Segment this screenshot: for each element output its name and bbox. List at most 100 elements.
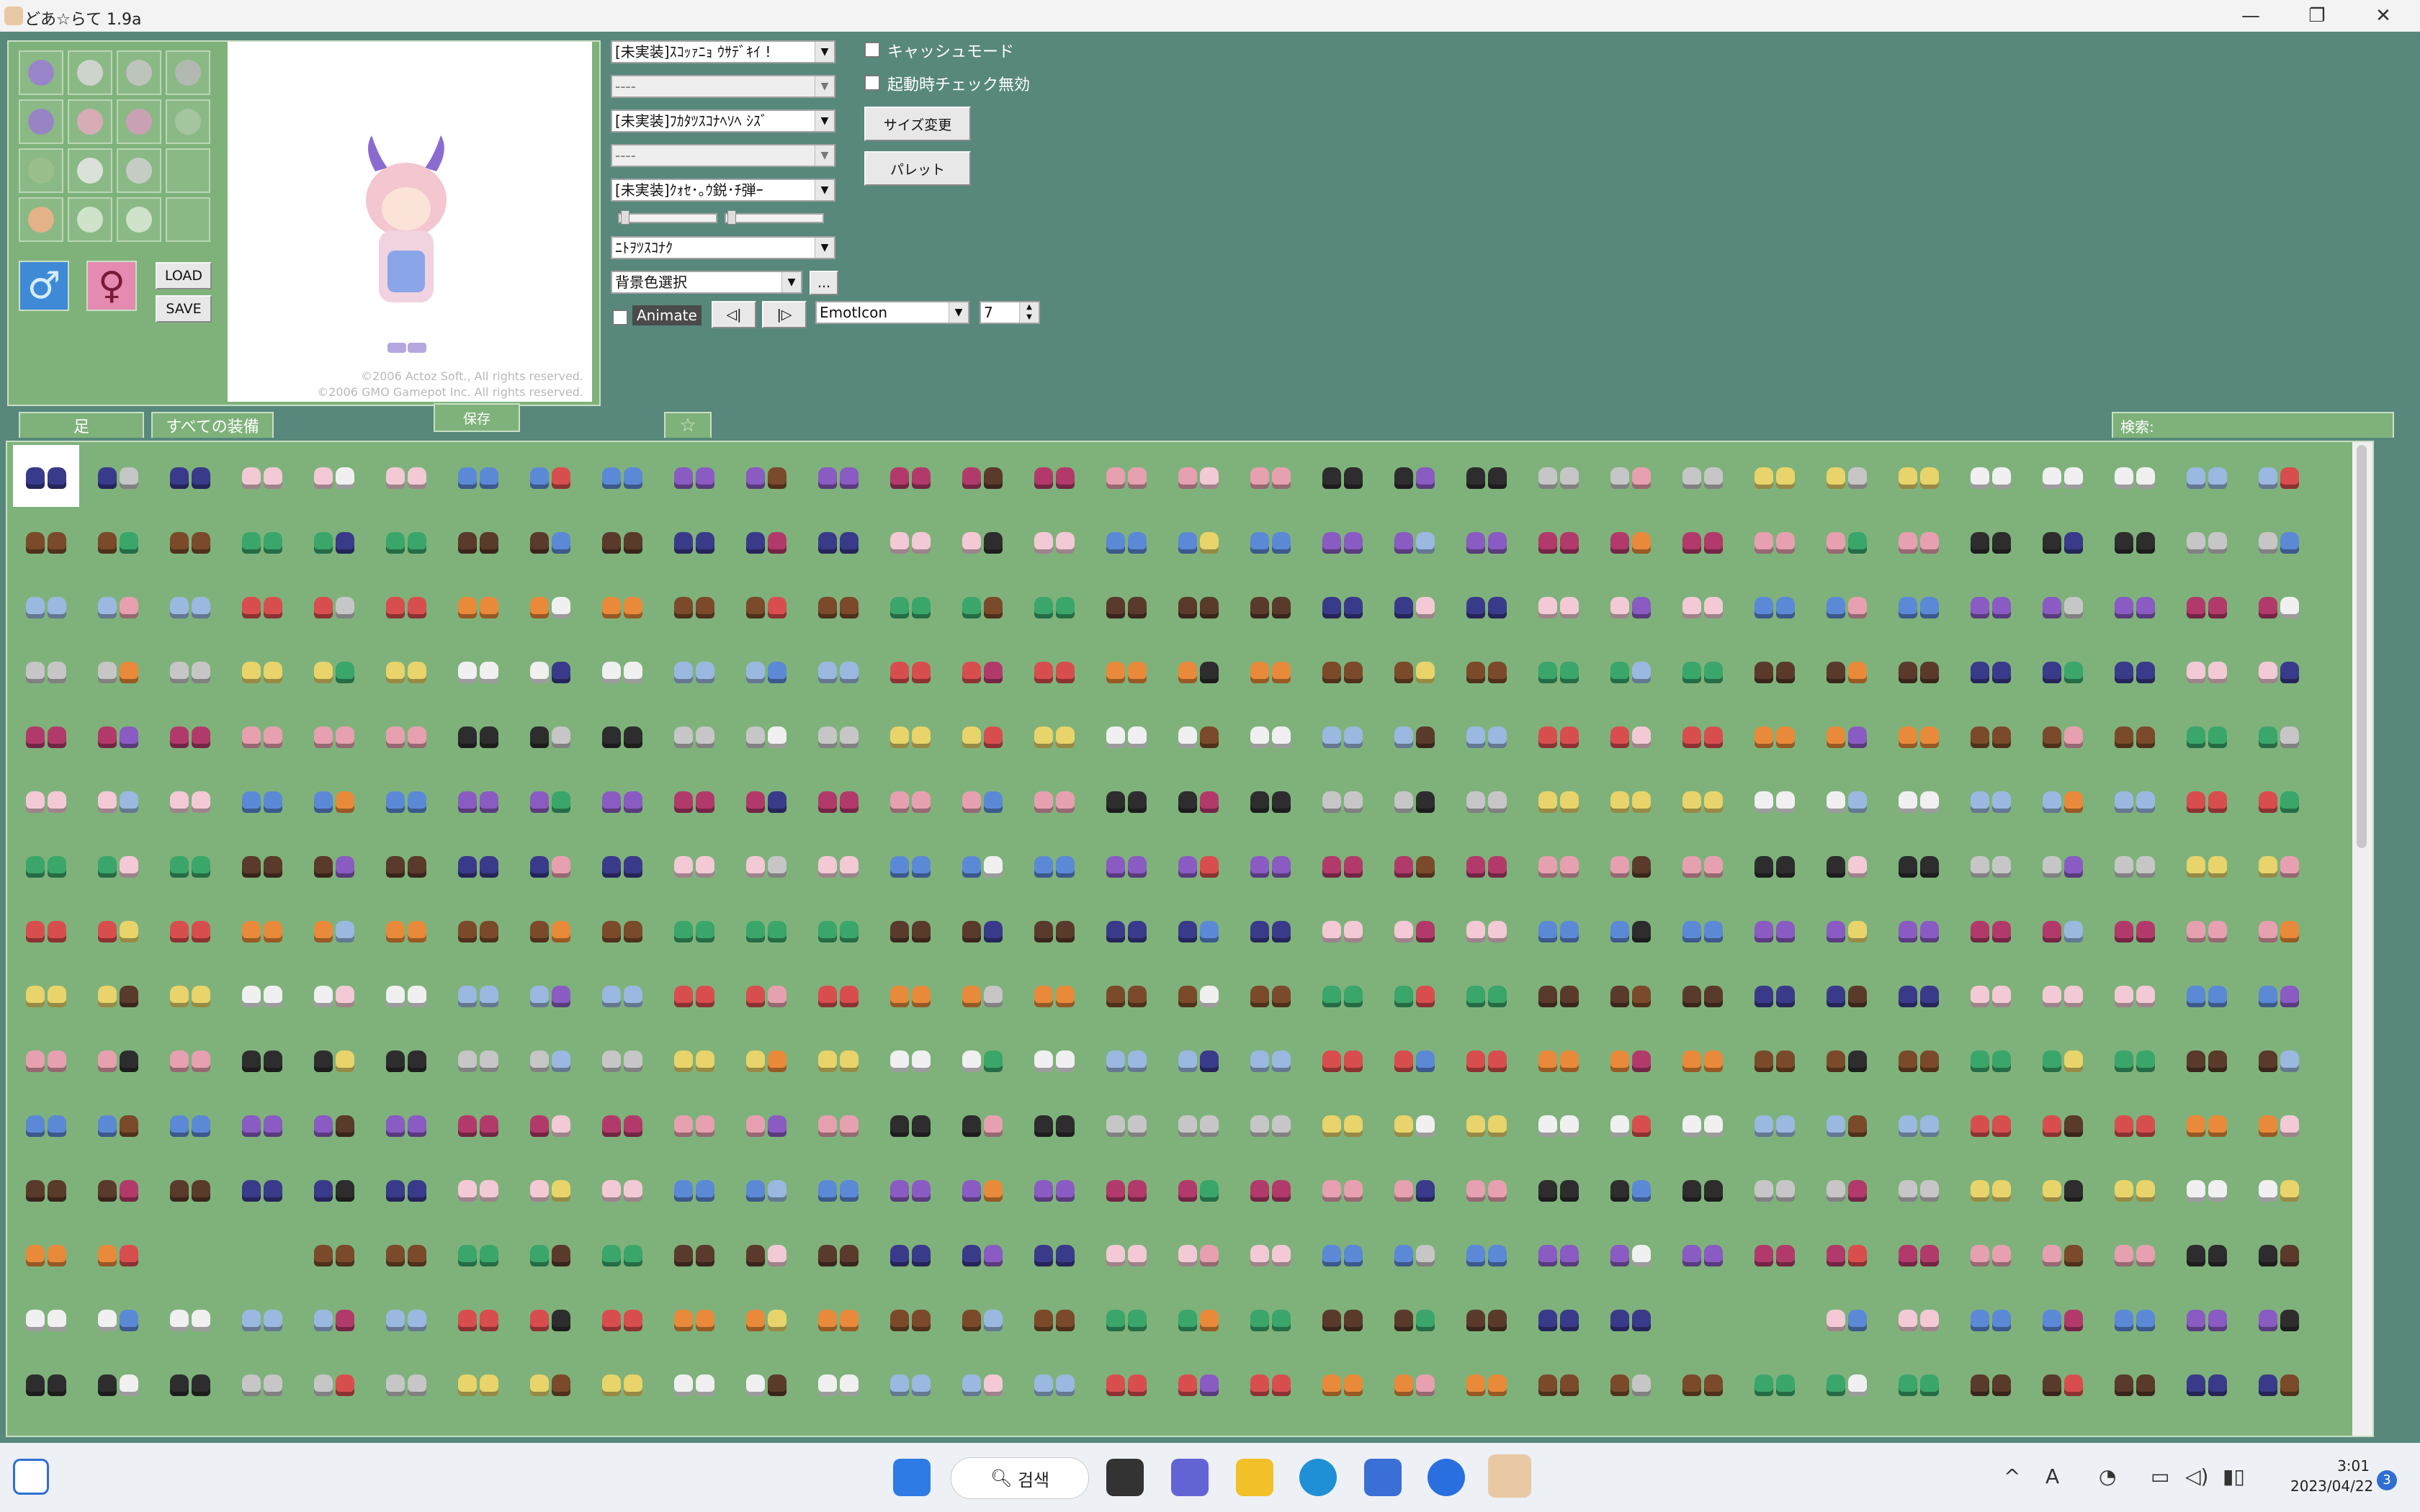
equipment-item[interactable] — [1670, 1028, 1736, 1090]
equipment-item[interactable] — [1309, 834, 1376, 896]
equipment-item[interactable] — [1814, 704, 1880, 766]
equipment-item[interactable] — [1453, 899, 1520, 960]
equipment-item[interactable] — [1670, 1352, 1736, 1414]
equipment-item[interactable] — [877, 1223, 944, 1284]
equipment-item[interactable] — [157, 1287, 223, 1349]
tab-favorite[interactable]: ☆ — [664, 412, 712, 438]
chat-icon[interactable] — [1171, 1459, 1209, 1496]
equipment-item[interactable] — [949, 1287, 1016, 1349]
file-explorer-icon[interactable] — [1236, 1459, 1273, 1496]
equipment-item[interactable] — [2174, 445, 2240, 507]
equipment-item[interactable] — [13, 1223, 79, 1284]
equipment-item[interactable] — [1886, 1223, 1952, 1284]
equipment-item[interactable] — [517, 1093, 583, 1155]
equipment-item[interactable] — [805, 769, 871, 831]
equipment-item[interactable] — [1093, 575, 1160, 636]
tab-foot[interactable]: 足 — [19, 412, 144, 438]
equipment-item[interactable] — [733, 1028, 799, 1090]
equipment-item[interactable] — [157, 1417, 223, 1436]
equipment-item[interactable] — [85, 769, 151, 831]
equipment-item[interactable] — [1237, 1287, 1304, 1349]
equipment-item[interactable] — [2246, 1028, 2312, 1090]
equipment-item[interactable] — [373, 510, 439, 572]
equipment-item[interactable] — [1742, 899, 1808, 960]
equipment-item[interactable] — [2102, 1287, 2168, 1349]
equipment-item[interactable] — [661, 510, 727, 572]
equipment-item[interactable] — [1597, 1417, 1664, 1436]
equipment-item[interactable] — [2174, 1028, 2240, 1090]
equipment-item[interactable] — [517, 510, 583, 572]
equipment-item[interactable] — [2030, 510, 2096, 572]
equipment-item[interactable] — [949, 1158, 1016, 1220]
equipment-item[interactable] — [517, 1352, 583, 1414]
equipment-item[interactable] — [1597, 1028, 1664, 1090]
equipment-item[interactable] — [1165, 1028, 1232, 1090]
equipment-item[interactable] — [229, 510, 295, 572]
equipment-item[interactable] — [1597, 575, 1664, 636]
equipment-item[interactable] — [229, 769, 295, 831]
equipment-item[interactable] — [1237, 769, 1304, 831]
equipment-item[interactable] — [517, 639, 583, 701]
scrollbar-thumb[interactable] — [2357, 445, 2367, 848]
equipment-item[interactable] — [1165, 1352, 1232, 1414]
equipment-item[interactable] — [877, 704, 944, 766]
equipment-item[interactable] — [2246, 963, 2312, 1025]
equipment-item[interactable] — [13, 575, 79, 636]
equipment-item[interactable] — [1381, 834, 1448, 896]
equipment-item[interactable] — [1093, 445, 1160, 507]
equipment-item[interactable] — [157, 510, 223, 572]
equipment-item[interactable] — [1742, 769, 1808, 831]
equipment-item[interactable] — [85, 899, 151, 960]
equipment-item[interactable] — [445, 963, 511, 1025]
equipment-item[interactable] — [1021, 1158, 1088, 1220]
equipment-item[interactable] — [1381, 1093, 1448, 1155]
equipment-item[interactable] — [1093, 1158, 1160, 1220]
equipment-item[interactable] — [1958, 1287, 2024, 1349]
equipment-item[interactable] — [1237, 575, 1304, 636]
equipment-item[interactable] — [1453, 1028, 1520, 1090]
equipment-item[interactable] — [301, 1028, 367, 1090]
equipment-item[interactable] — [877, 963, 944, 1025]
equipment-item[interactable] — [733, 445, 799, 507]
equipment-item[interactable] — [2174, 963, 2240, 1025]
palette-slider-1[interactable] — [618, 210, 717, 225]
equipment-item[interactable] — [1021, 704, 1088, 766]
equipment-item[interactable] — [1021, 1028, 1088, 1090]
doarate-app-icon[interactable] — [1488, 1454, 1531, 1498]
equipment-item[interactable] — [1597, 1223, 1664, 1284]
equipment-item[interactable] — [805, 1223, 871, 1284]
equipment-item[interactable] — [661, 639, 727, 701]
equipment-item[interactable] — [2102, 834, 2168, 896]
equipment-item[interactable] — [373, 1287, 439, 1349]
equipment-item[interactable] — [517, 834, 583, 896]
headgear-low-select[interactable]: [未実装]ﾌｶﾀﾂｽｺﾅﾍｿﾍ ｼｽﾞ ▼ — [611, 109, 835, 132]
equipment-item[interactable] — [301, 1287, 367, 1349]
equipment-item[interactable] — [85, 1158, 151, 1220]
equipment-item[interactable] — [1814, 1028, 1880, 1090]
equipment-item[interactable] — [733, 575, 799, 636]
equipment-item[interactable] — [805, 1158, 871, 1220]
equipment-item[interactable] — [1886, 1158, 1952, 1220]
equip-slot-face[interactable] — [19, 197, 63, 242]
equipment-item[interactable] — [373, 1158, 439, 1220]
equipment-item[interactable] — [13, 1028, 79, 1090]
equipment-item[interactable] — [1309, 1287, 1376, 1349]
equipment-item[interactable] — [1958, 1417, 2024, 1436]
equipment-item[interactable] — [1309, 704, 1376, 766]
equipment-item[interactable] — [517, 1223, 583, 1284]
equipment-item[interactable] — [2030, 963, 2096, 1025]
equipment-item[interactable] — [589, 1352, 655, 1414]
equipment-item[interactable] — [445, 639, 511, 701]
equipment-item[interactable] — [1165, 1417, 1232, 1436]
equipment-item[interactable] — [2030, 575, 2096, 636]
equipment-item[interactable] — [1453, 1352, 1520, 1414]
equipment-item[interactable] — [805, 899, 871, 960]
equipment-item[interactable] — [1093, 769, 1160, 831]
equipment-item[interactable] — [2102, 963, 2168, 1025]
equipment-item[interactable] — [1237, 445, 1304, 507]
background-color-select[interactable]: 背景色選択 ▼ — [611, 271, 802, 294]
equipment-item[interactable] — [2030, 834, 2096, 896]
equip-slot-shield[interactable] — [166, 99, 210, 144]
equipment-item[interactable] — [1453, 510, 1520, 572]
equipment-item[interactable] — [1958, 1028, 2024, 1090]
